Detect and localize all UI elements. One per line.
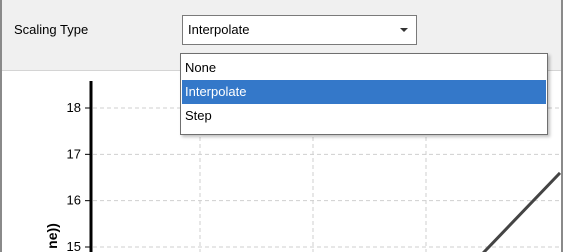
y-tick-label: 15 (67, 239, 81, 252)
chevron-down-icon[interactable] (400, 28, 408, 32)
scaling-type-dropdown-list[interactable]: None Interpolate Step (180, 53, 548, 135)
chart-series (482, 171, 561, 252)
y-tick-label: 17 (67, 146, 81, 161)
chart-ticks: 18 17 16 15 (67, 100, 91, 252)
scaling-type-value: Interpolate (188, 22, 250, 37)
dropdown-option-step[interactable]: Step (182, 104, 546, 128)
y-tick-label: 16 (67, 193, 81, 208)
y-tick-label: 18 (67, 100, 81, 115)
scaling-type-combobox[interactable]: Interpolate (182, 15, 417, 45)
chart-y-axis-label: ne)) (44, 223, 60, 249)
dropdown-option-none[interactable]: None (182, 56, 546, 80)
series-line (482, 171, 561, 252)
dropdown-option-interpolate[interactable]: Interpolate (182, 80, 546, 104)
scaling-type-label: Scaling Type (14, 22, 89, 37)
